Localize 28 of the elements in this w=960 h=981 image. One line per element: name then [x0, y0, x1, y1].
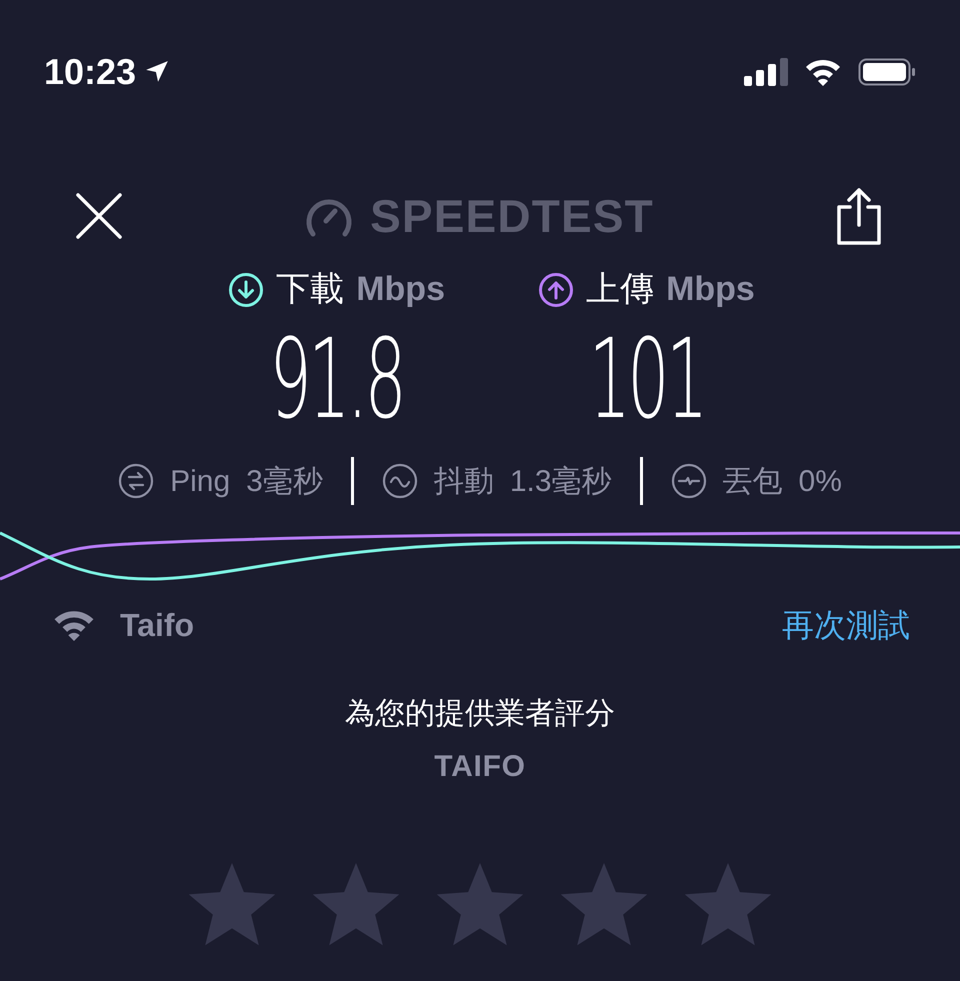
wifi-icon	[52, 609, 96, 641]
speed-value: 101	[588, 319, 704, 439]
metric-label: 丟包	[722, 464, 783, 500]
share-icon	[836, 187, 881, 245]
close-button[interactable]	[74, 191, 124, 241]
metric-label: Ping	[170, 464, 230, 500]
logo-text: SPEEDTEST	[370, 188, 654, 244]
unit-label: Mbps	[356, 269, 445, 310]
signal-icon	[744, 58, 788, 86]
wave-icon	[382, 463, 418, 499]
metric-value: 3毫秒	[246, 464, 323, 500]
status-time: 10:23	[44, 50, 136, 94]
metric-value: 0%	[798, 464, 842, 500]
network-name: Taifo	[120, 606, 194, 645]
battery-icon	[858, 58, 916, 86]
metric-value: 1.3毫秒	[510, 464, 612, 500]
retest-button[interactable]: 再次測試	[782, 601, 910, 649]
pulse-icon	[670, 463, 707, 499]
wifi-icon	[804, 58, 842, 86]
close-icon	[75, 192, 123, 240]
result-label: 下載	[276, 269, 344, 310]
speed-value: 91.8	[270, 319, 404, 439]
rating-prompt: 為您的提供業者評分	[345, 696, 615, 732]
metric-label: 抖動	[434, 464, 494, 500]
arrows-icon	[118, 463, 154, 499]
result-label: 上傳	[586, 269, 654, 310]
unit-label: Mbps	[666, 269, 755, 310]
provider-name: TAIFO	[434, 749, 526, 785]
